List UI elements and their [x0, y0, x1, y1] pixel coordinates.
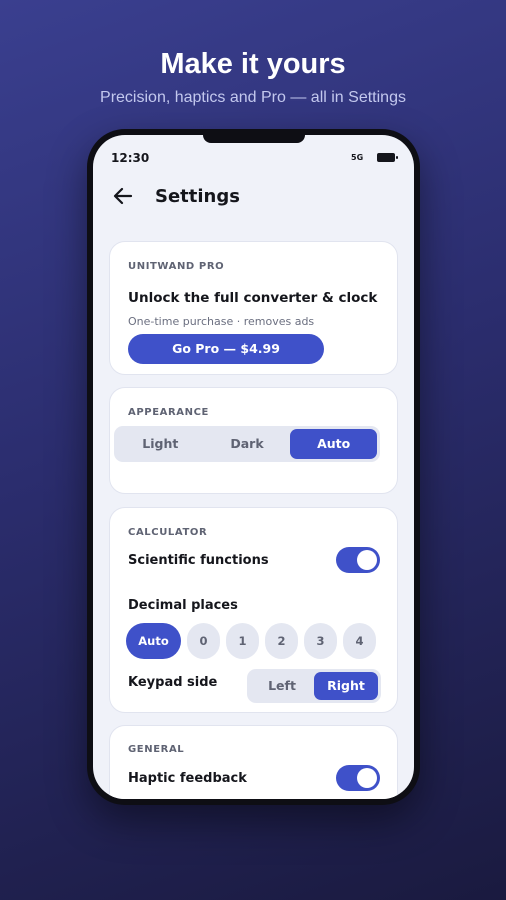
- general-label: GENERAL: [128, 744, 185, 755]
- decimal-chip-3[interactable]: 3: [304, 623, 337, 659]
- haptic-feedback-label: Haptic feedback: [128, 771, 247, 786]
- appearance-option-dark[interactable]: Dark: [204, 429, 291, 459]
- haptic-feedback-toggle[interactable]: [336, 765, 380, 791]
- decimal-chip-1[interactable]: 1: [226, 623, 259, 659]
- general-card: GENERAL Haptic feedback: [109, 725, 398, 799]
- pro-card-heading: Unlock the full converter & clock: [128, 290, 378, 306]
- go-pro-button[interactable]: Go Pro — $4.99: [128, 334, 324, 364]
- keypad-option-left[interactable]: Left: [250, 672, 314, 700]
- calculator-card: CALCULATOR Scientific functions Decimal …: [109, 507, 398, 713]
- pro-card-caption: One-time purchase · removes ads: [128, 315, 315, 328]
- phone-screen: 12:30 5G Settings UNITWAND PRO Unlock th…: [93, 135, 414, 799]
- decimal-chip-auto[interactable]: Auto: [126, 623, 181, 659]
- keypad-side-segmented-control: Left Right: [247, 669, 381, 703]
- appearance-card: APPEARANCE Light Dark Auto: [109, 387, 398, 494]
- arrow-left-icon[interactable]: [111, 184, 135, 208]
- notch: [203, 135, 305, 143]
- phone-frame: 12:30 5G Settings UNITWAND PRO Unlock th…: [87, 129, 420, 805]
- decimal-places-chips: Auto 0 1 2 3 4: [126, 623, 382, 659]
- keypad-option-right[interactable]: Right: [314, 672, 378, 700]
- pro-card: UNITWAND PRO Unlock the full converter &…: [109, 241, 398, 375]
- promo-headline: Make it yours: [160, 48, 346, 80]
- decimal-places-label: Decimal places: [128, 598, 238, 613]
- scientific-functions-toggle[interactable]: [336, 547, 380, 573]
- keypad-side-label: Keypad side: [128, 675, 218, 690]
- appearance-option-light[interactable]: Light: [117, 429, 204, 459]
- scientific-functions-label: Scientific functions: [128, 553, 269, 568]
- page-title: Settings: [155, 186, 240, 207]
- decimal-chip-0[interactable]: 0: [187, 623, 220, 659]
- pro-card-label: UNITWAND PRO: [128, 261, 225, 272]
- appearance-segmented-control: Light Dark Auto: [114, 426, 380, 462]
- appearance-option-auto[interactable]: Auto: [290, 429, 378, 459]
- appearance-label: APPEARANCE: [128, 407, 209, 418]
- calculator-label: CALCULATOR: [128, 527, 208, 538]
- promo-subline: Precision, haptics and Pro — all in Sett…: [100, 89, 406, 106]
- network-indicator: 5G: [351, 153, 364, 162]
- decimal-chip-2[interactable]: 2: [265, 623, 298, 659]
- decimal-chip-4[interactable]: 4: [343, 623, 376, 659]
- toggle-knob: [357, 550, 377, 570]
- status-time: 12:30: [111, 151, 150, 165]
- toggle-knob: [357, 768, 377, 788]
- battery-icon: [377, 153, 398, 162]
